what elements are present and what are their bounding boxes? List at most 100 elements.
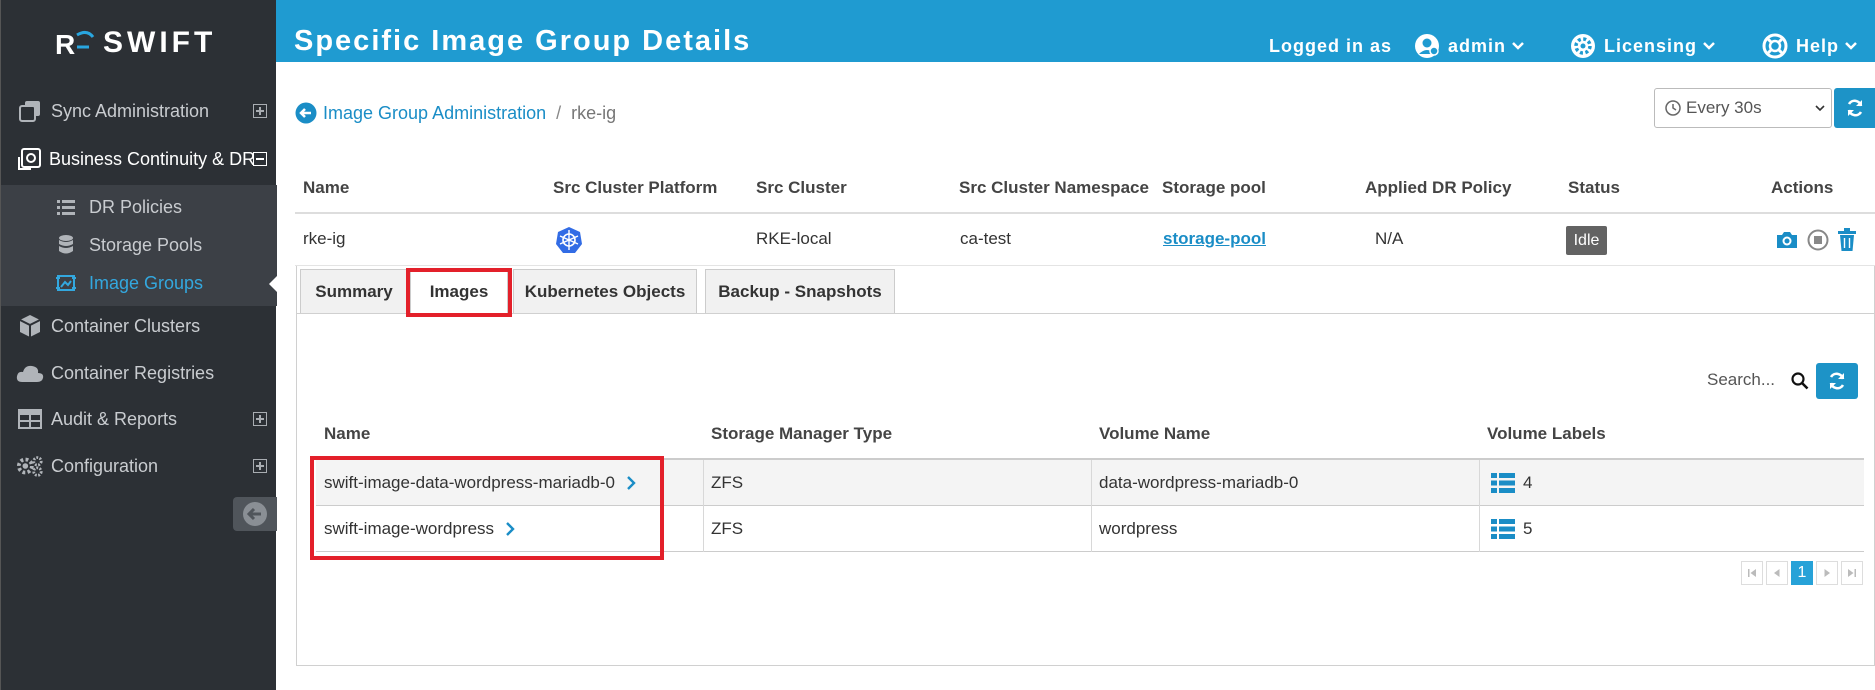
table-icon [16,406,44,432]
sidebar-subitem-label: Storage Pools [89,234,203,255]
storage-pool-link[interactable]: storage-pool [1163,229,1266,248]
table-refresh-button[interactable] [1816,363,1858,399]
help-label: Help [1796,35,1840,56]
user-icon [1414,33,1440,59]
cube-icon [16,313,44,339]
chevron-down-icon [1815,105,1825,112]
chevron-down-icon [1703,42,1715,50]
clock-icon [1665,100,1681,116]
prev-page-button[interactable] [1766,561,1788,585]
trash-icon [1838,228,1856,251]
top-header: Specific Image Group Details Logged in a… [276,0,1875,62]
dr-settings-icon [16,146,44,172]
list-icon [55,197,77,217]
col-header-namespace: Src Cluster Namespace [959,178,1149,197]
gear-icon [1570,33,1596,59]
stop-button[interactable] [1805,227,1831,253]
col-header-name: Name [303,178,350,197]
sidebar-item-business-continuity[interactable]: Business Continuity & DR [1,136,277,182]
breadcrumb: Image Group Administration / rke-ig [295,100,616,126]
sidebar-item-container-registries[interactable]: Container Registries [1,350,277,396]
breadcrumb-separator: / [556,102,562,123]
sidebar-item-label: Business Continuity & DR [49,148,256,169]
logo: R SWIFT [55,26,216,60]
sidebar-item-label: Container Clusters [51,315,201,336]
sidebar-item-container-clusters[interactable]: Container Clusters [1,303,277,349]
search-icon[interactable] [1791,372,1809,390]
column-divider [1479,506,1480,552]
delete-button[interactable] [1834,227,1860,253]
database-icon [55,235,77,255]
cell-src-cluster: RKE-local [756,229,832,248]
expand-icon[interactable] [253,412,267,426]
column-divider [1091,460,1092,506]
page-title: Specific Image Group Details [294,25,752,57]
gears-icon [16,453,44,479]
tab-summary[interactable]: Summary [300,269,408,313]
table-row [295,214,1875,266]
kubernetes-icon [555,226,583,259]
swift-logo-icon: R [55,27,95,60]
column-divider [1091,506,1092,552]
chevron-down-icon [1845,42,1857,50]
sidebar-item-storage-pools[interactable]: Storage Pools [1,226,277,264]
prev-page-icon [1774,569,1780,577]
expand-icon[interactable] [253,459,267,473]
camera-icon [1777,232,1797,248]
sidebar-subitem-label: Image Groups [89,272,204,293]
first-page-button[interactable] [1741,561,1763,585]
snapshot-button[interactable] [1774,227,1800,253]
cell-dr-policy: N/A [1375,229,1404,248]
expand-icon[interactable] [253,104,267,118]
sidebar-item-audit-reports[interactable]: Audit & Reports [1,396,277,442]
breadcrumb-parent-link[interactable]: Image Group Administration [323,103,546,124]
cell-namespace: ca-test [960,229,1012,248]
volume-labels-count: 4 [1523,473,1533,492]
col-header-volume-name: Volume Name [1099,424,1211,443]
refresh-button[interactable] [1834,88,1875,128]
licensing-label: Licensing [1604,35,1698,56]
col-header-volume-labels: Volume Labels [1487,424,1606,443]
col-header-storage-pool: Storage pool [1162,178,1266,197]
back-arrow-icon[interactable] [295,102,317,124]
sidebar-item-label: Sync Administration [51,100,210,121]
search-input[interactable]: Search... [1707,370,1775,390]
volume-labels-count: 5 [1523,519,1533,538]
highlight-box [310,456,664,560]
collapse-icon[interactable] [253,152,267,166]
breadcrumb-current: rke-ig [571,102,617,123]
list-icon[interactable] [1491,472,1515,494]
licensing-menu[interactable]: Licensing [1570,33,1715,59]
sidebar-item-image-groups[interactable]: Image Groups [1,264,277,302]
lifebuoy-icon [1762,33,1788,59]
sidebar-item-label: Configuration [51,455,159,476]
arrow-left-circle-icon [243,502,267,526]
sidebar-item-dr-policies[interactable]: DR Policies [1,188,277,226]
cloud-icon [16,360,44,386]
refresh-icon [1847,99,1862,117]
cell-name: rke-ig [303,229,346,248]
stop-circle-icon [1807,229,1829,251]
column-divider [1479,460,1480,506]
sidebar-item-sync-administration[interactable]: Sync Administration [1,88,277,134]
sidebar-collapse-button[interactable] [233,497,277,531]
sidebar-item-configuration[interactable]: Configuration [1,443,277,489]
user-name: admin [1448,35,1507,56]
brand-name: SWIFT [103,26,217,59]
volume-name: wordpress [1099,519,1178,538]
list-icon[interactable] [1491,518,1515,540]
col-header-image-name: Name [324,424,371,443]
chevron-down-icon [1512,42,1524,50]
help-menu[interactable]: Help [1762,33,1857,59]
page-number-button[interactable]: 1 [1791,561,1813,585]
first-page-icon [1748,569,1756,577]
last-page-button[interactable] [1841,561,1863,585]
tab-backup-snapshots[interactable]: Backup - Snapshots [705,269,895,313]
app-root: R SWIFT Sync Administration Business Con… [0,0,1875,690]
tab-kubernetes-objects[interactable]: Kubernetes Objects [513,269,697,313]
next-page-button[interactable] [1816,561,1838,585]
refresh-interval-select[interactable]: Every 30s [1654,88,1832,128]
user-menu[interactable]: admin [1414,33,1524,59]
sidebar-item-label: Audit & Reports [51,408,178,429]
sidebar-subitem-label: DR Policies [89,196,183,217]
